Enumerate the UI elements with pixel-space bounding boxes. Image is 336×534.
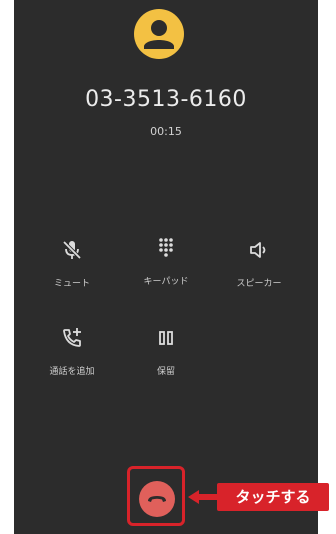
contact-avatar: [134, 9, 184, 59]
pause-icon: [159, 331, 173, 345]
speaker-icon: [250, 242, 266, 258]
call-duration: 00:15: [150, 125, 182, 138]
hold-label: 保留: [156, 367, 175, 377]
speaker-label: スピーカー: [236, 279, 282, 289]
mic-off-icon: [62, 240, 82, 260]
hang-up-icon: [148, 496, 166, 502]
mute-button[interactable]: ミュート: [27, 238, 117, 289]
phone-number: 03-3513-6160: [85, 87, 247, 112]
person-icon: [144, 20, 174, 49]
keypad-button[interactable]: キーパッド: [121, 236, 211, 287]
mute-label: ミュート: [53, 279, 90, 289]
arrow-left-icon: [188, 490, 218, 504]
add-call-button[interactable]: 通話を追加: [27, 326, 117, 377]
keypad-label: キーパッド: [143, 277, 189, 287]
call-screen: 03-3513-6160 00:15 ミュート キーパッド スピーカー 通話を追…: [14, 0, 318, 534]
hold-button[interactable]: 保留: [121, 326, 211, 377]
end-call-button[interactable]: [139, 481, 175, 517]
dialpad-icon: [159, 238, 173, 257]
add-call-icon: [63, 328, 81, 347]
speaker-button[interactable]: スピーカー: [214, 238, 304, 289]
add-call-label: 通話を追加: [49, 367, 95, 377]
touch-callout: タッチする: [217, 483, 329, 511]
